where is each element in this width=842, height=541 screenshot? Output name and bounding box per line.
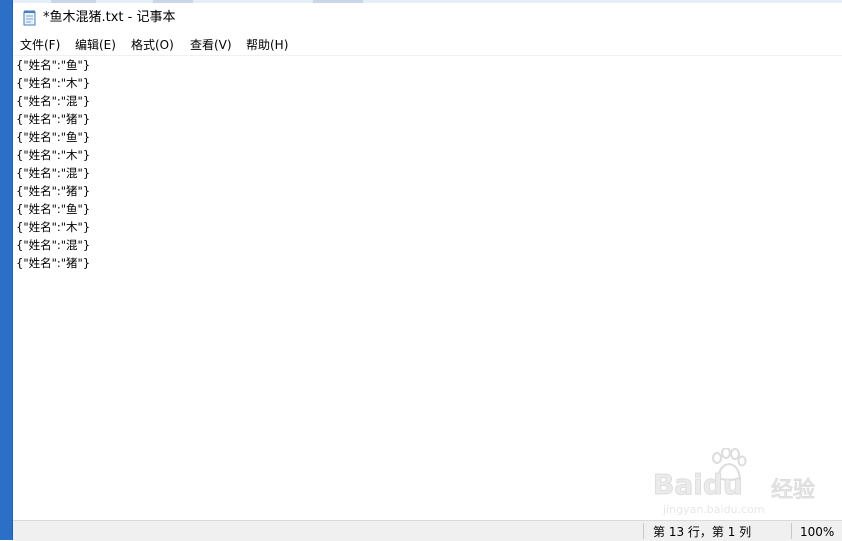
menu-edit[interactable]: 编辑(E) [75,37,116,53]
text-line-8: {"姓名":"猪"} [16,184,91,198]
watermark-brand-cn: 经验 [770,478,816,504]
notepad-window: *鱼木混猪.txt - 记事本 文件(F) 编辑(E) 格式(O) 查看(V) … [12,0,842,541]
window-title: *鱼木混猪.txt - 记事本 [43,10,176,25]
text-line-6: {"姓名":"木"} [16,148,91,162]
text-line-9: {"姓名":"鱼"} [16,202,91,216]
text-line-12: {"姓名":"猪"} [16,256,91,270]
status-separator [791,523,792,539]
text-line-5: {"姓名":"鱼"} [16,130,91,144]
watermark-brand: Baidu [653,468,744,502]
text-line-7: {"姓名":"混"} [16,166,91,180]
text-line-3: {"姓名":"混"} [16,94,91,108]
baidu-watermark: Baidu 经验 jingyan.baidu.com [653,448,823,518]
zoom-level: 100% [800,525,835,539]
text-line-11: {"姓名":"混"} [16,238,91,252]
menu-bar: 文件(F) 编辑(E) 格式(O) 查看(V) 帮助(H) [13,34,842,55]
status-bar: 第 13 行，第 1 列 100% [13,520,842,541]
text-line-10: {"姓名":"木"} [16,220,91,234]
text-line-2: {"姓名":"木"} [16,76,91,90]
text-line-4: {"姓名":"猪"} [16,112,91,126]
desktop-edge [0,0,12,540]
menu-format[interactable]: 格式(O) [131,37,174,53]
watermark-url: jingyan.baidu.com [663,503,765,516]
menu-file[interactable]: 文件(F) [20,37,60,53]
text-line-1: {"姓名":"鱼"} [16,58,91,72]
notepad-icon [23,10,36,26]
menu-view[interactable]: 查看(V) [190,37,232,53]
title-bar[interactable]: *鱼木混猪.txt - 记事本 [13,0,842,34]
menu-help[interactable]: 帮助(H) [246,37,288,53]
status-separator [643,523,644,539]
cursor-position: 第 13 行，第 1 列 [653,525,752,539]
title-bar-top-strip [13,0,842,3]
